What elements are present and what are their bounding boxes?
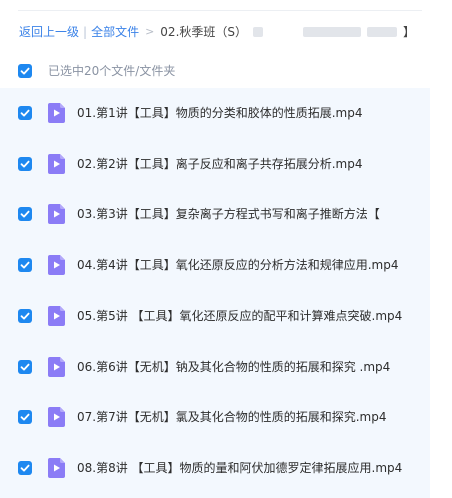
video-file-icon: [48, 255, 65, 275]
all-files-link[interactable]: 全部文件: [91, 23, 139, 41]
current-folder: 02.秋季班（S）: [160, 25, 247, 39]
file-checkbox[interactable]: [18, 157, 32, 171]
file-checkbox[interactable]: [18, 461, 32, 475]
back-link[interactable]: 返回上一级: [19, 23, 79, 41]
checkmark-icon: [20, 312, 30, 320]
chevron-right-icon: >: [145, 25, 155, 38]
video-file-icon: [48, 357, 65, 377]
file-checkbox[interactable]: [18, 106, 32, 120]
file-checkbox[interactable]: [18, 360, 32, 374]
file-checkbox[interactable]: [18, 309, 32, 323]
video-file-icon: [48, 407, 65, 427]
file-row[interactable]: 08.第8讲 【工具】物质的量和阿伏加德罗定律拓展应用.mp4: [0, 443, 430, 493]
breadcrumb-separator: |: [83, 25, 88, 39]
file-list: 01.第1讲【工具】物质的分类和胶体的性质拓展.mp4 02.第2讲【工具】离子反…: [0, 88, 430, 498]
select-all: 已选中20个文件/文件夹: [18, 62, 175, 80]
file-name[interactable]: 05.第5讲 【工具】氧化还原反应的配平和计算难点突破.mp4: [77, 307, 430, 325]
checkmark-icon: [20, 464, 30, 472]
select-all-checkbox[interactable]: [18, 64, 32, 78]
file-row[interactable]: 03.第3讲【工具】复杂离子方程式书写和离子推断方法【: [0, 189, 430, 239]
checkmark-icon: [20, 160, 30, 168]
file-row[interactable]: 04.第4讲【工具】氧化还原反应的分析方法和规律应用.mp4: [0, 240, 430, 290]
file-name[interactable]: 06.第6讲【无机】钠及其化合物的性质的拓展和探究 .mp4: [77, 358, 430, 376]
breadcrumb: 返回上一级 | 全部文件 > 02.秋季班（S） 】: [19, 23, 415, 41]
video-file-icon: [48, 154, 65, 174]
checkmark-icon: [20, 67, 30, 75]
file-checkbox[interactable]: [18, 207, 32, 221]
file-name[interactable]: 07.第7讲【无机】氯及其化合物的性质的拓展和探究.mp4: [77, 408, 430, 426]
video-file-icon: [48, 204, 65, 224]
checkmark-icon: [20, 109, 30, 117]
file-row[interactable]: 07.第7讲【无机】氯及其化合物的性质的拓展和探究.mp4: [0, 392, 430, 442]
checkmark-icon: [20, 413, 30, 421]
file-checkbox[interactable]: [18, 258, 32, 272]
blurred-text: [253, 27, 263, 37]
file-row[interactable]: 06.第6讲【无机】钠及其化合物的性质的拓展和探究 .mp4: [0, 342, 430, 392]
blurred-text: [303, 27, 361, 37]
video-file-icon: [48, 458, 65, 478]
file-name[interactable]: 01.第1讲【工具】物质的分类和胶体的性质拓展.mp4: [77, 104, 430, 122]
file-name[interactable]: 04.第4讲【工具】氧化还原反应的分析方法和规律应用.mp4: [77, 256, 430, 274]
file-name[interactable]: 08.第8讲 【工具】物质的量和阿伏加德罗定律拓展应用.mp4: [77, 459, 430, 477]
video-file-icon: [48, 306, 65, 326]
file-name[interactable]: 02.第2讲【工具】离子反应和离子共存拓展分析.mp4: [77, 155, 430, 173]
file-row[interactable]: 05.第5讲 【工具】氧化还原反应的配平和计算难点突破.mp4: [0, 291, 430, 341]
file-row[interactable]: 02.第2讲【工具】离子反应和离子共存拓展分析.mp4: [0, 139, 430, 189]
top-divider: [18, 10, 422, 11]
video-file-icon: [48, 103, 65, 123]
checkmark-icon: [20, 363, 30, 371]
file-checkbox[interactable]: [18, 410, 32, 424]
file-row[interactable]: 01.第1讲【工具】物质的分类和胶体的性质拓展.mp4: [0, 88, 430, 138]
checkmark-icon: [20, 210, 30, 218]
checkmark-icon: [20, 261, 30, 269]
current-folder-tail: 】: [403, 25, 416, 39]
blurred-text: [367, 27, 397, 37]
file-name[interactable]: 03.第3讲【工具】复杂离子方程式书写和离子推断方法【: [77, 205, 430, 223]
selection-count: 已选中20个文件/文件夹: [48, 64, 176, 78]
